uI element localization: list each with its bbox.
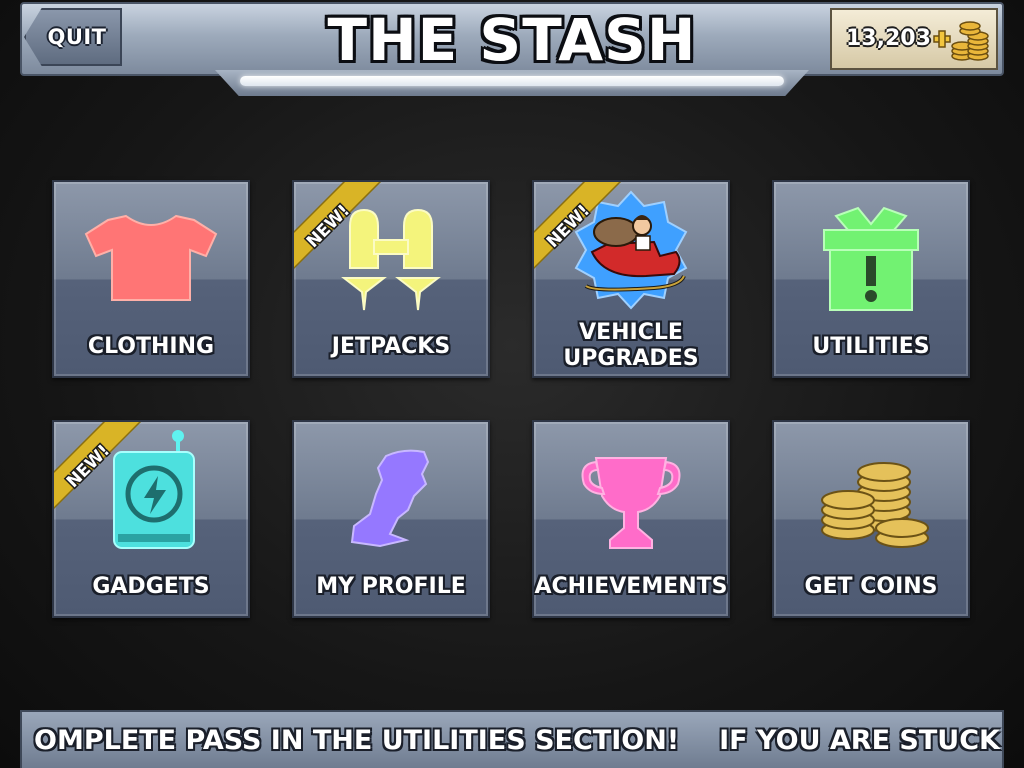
tile-utilities[interactable]: UTILITIES: [772, 180, 970, 378]
tile-jetpacks[interactable]: NEW! JETPACKS: [292, 180, 490, 378]
profile-silhouette-icon: [350, 449, 430, 548]
page-title: THE STASH: [327, 6, 697, 74]
ticker-text: OMPLETE PASS IN THE UTILITIES SECTION! IF…: [34, 712, 1002, 768]
gift-box-icon: [823, 206, 919, 311]
coin-count: 13,203: [846, 26, 931, 51]
add-coins-icon: [933, 21, 989, 61]
quit-button-label: QUIT: [47, 25, 107, 49]
stash-screen: QUIT THE STASH 13,203 CLOTHING NEW! JETP…: [0, 0, 1024, 768]
sleigh-vehicle-icon: [574, 190, 688, 310]
ticker-segment-2: IF YOU ARE STUCK ON A MISSION, YOU C: [719, 725, 1002, 756]
tile-vehicle-upgrades[interactable]: NEW! VEHICLE UPGRADES: [532, 180, 730, 378]
tile-get-coins[interactable]: GET COINS: [772, 420, 970, 618]
tile-achievements[interactable]: ACHIEVEMENTS: [532, 420, 730, 618]
coin-balance-button[interactable]: 13,203: [830, 8, 998, 70]
tile-label-clothing: CLOTHING: [87, 334, 215, 359]
coin-stacks-icon: [821, 462, 929, 548]
t-shirt-icon: [84, 214, 218, 301]
gadget-device-icon: [113, 430, 195, 549]
ticker-segment-1: OMPLETE PASS IN THE UTILITIES SECTION!: [34, 725, 680, 756]
tile-my-profile[interactable]: MY PROFILE: [292, 420, 490, 618]
tile-label-vehicle-line1: VEHICLE: [579, 320, 683, 345]
tile-gadgets[interactable]: NEW! GADGETS: [52, 420, 250, 618]
tile-label-vehicle-line2: UPGRADES: [563, 346, 699, 371]
jetpack-icon: [341, 208, 441, 311]
tile-label-get-coins: GET COINS: [804, 574, 938, 599]
trophy-icon: [581, 457, 681, 549]
tile-label-vehicle-upgrades: VEHICLE UPGRADES: [534, 320, 728, 372]
tile-label-jetpacks: JETPACKS: [331, 334, 451, 359]
tile-clothing[interactable]: CLOTHING: [52, 180, 250, 378]
tips-ticker: OMPLETE PASS IN THE UTILITIES SECTION! IF…: [20, 710, 1004, 768]
tile-label-my-profile: MY PROFILE: [316, 574, 466, 599]
quit-button[interactable]: QUIT: [24, 8, 122, 66]
tile-label-gadgets: GADGETS: [92, 574, 210, 599]
tile-label-achievements: ACHIEVEMENTS: [534, 574, 728, 599]
tile-label-utilities: UTILITIES: [812, 334, 930, 359]
